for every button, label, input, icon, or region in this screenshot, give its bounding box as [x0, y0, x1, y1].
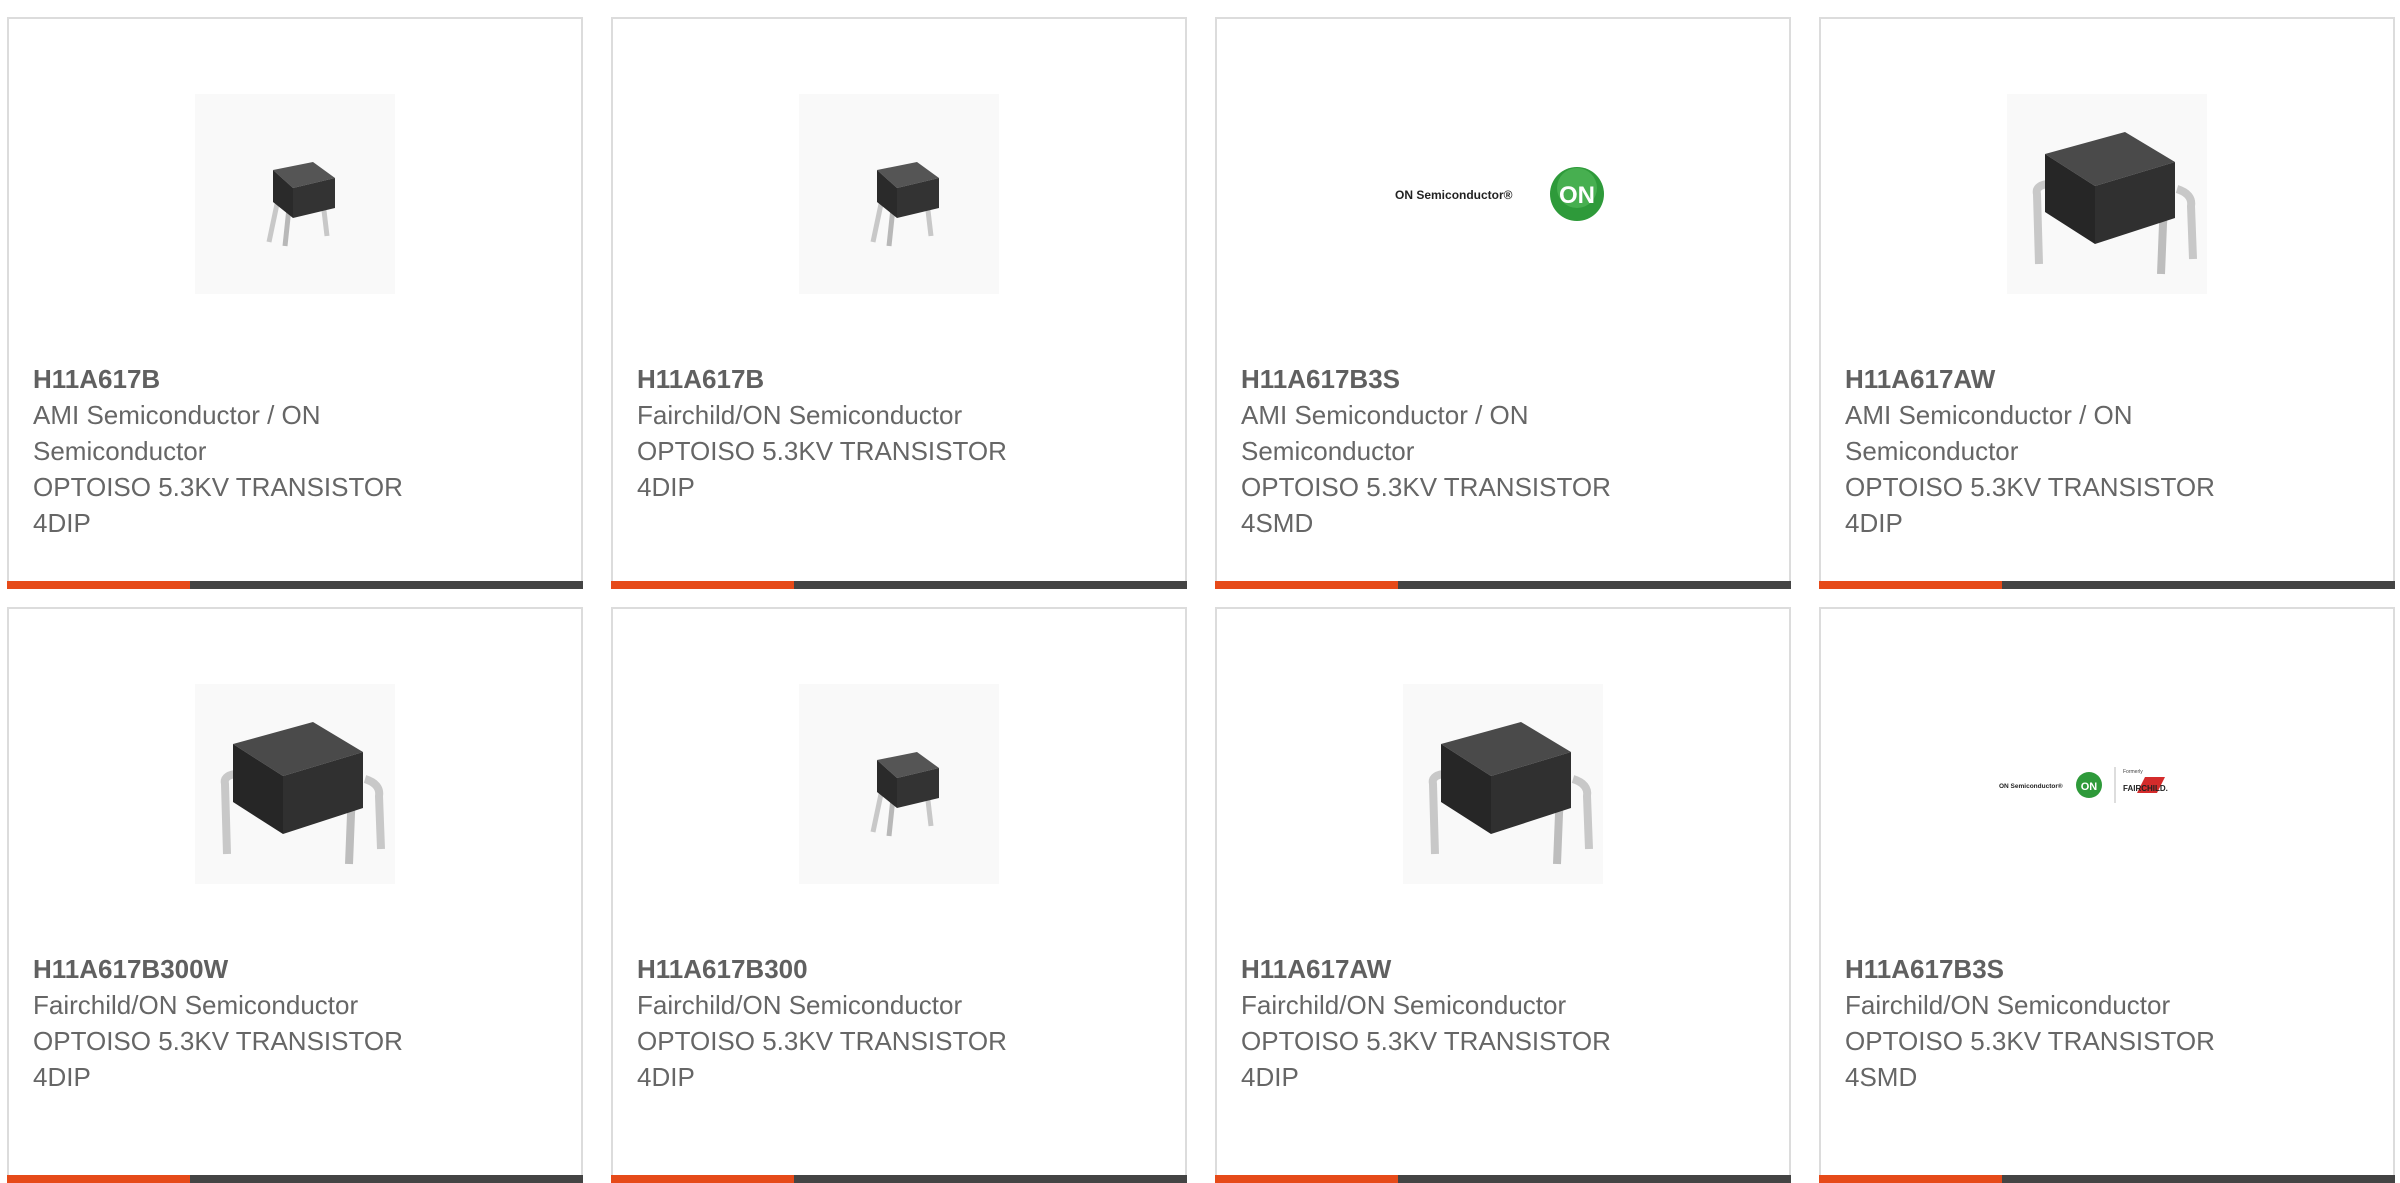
product-image-area: ON Semiconductor® ON Formerly FAIRCHILD. — [1821, 669, 2393, 899]
card-footer-bar — [1215, 581, 1791, 589]
product-description: OPTOISO 5.3KV TRANSISTOR 4SMD — [1241, 472, 1611, 538]
card-footer-bar — [611, 581, 1187, 589]
on-badge-icon: ON — [2081, 781, 2098, 793]
product-description: OPTOISO 5.3KV TRANSISTOR 4DIP — [637, 1026, 1007, 1092]
part-number-link[interactable]: H11A617AW — [1241, 951, 1765, 987]
logo-formerly: Formerly — [2123, 769, 2143, 775]
product-image-area — [9, 79, 581, 309]
product-info: H11A617B300 Fairchild/ON Semiconductor O… — [637, 951, 1161, 1095]
product-description: OPTOISO 5.3KV TRANSISTOR 4DIP — [33, 472, 403, 538]
card-footer-bar — [1819, 1175, 2395, 1183]
product-card[interactable]: ON Semiconductor® ON Formerly FAIRCHILD.… — [1819, 607, 2395, 1183]
product-image-area — [9, 669, 581, 899]
optocoupler-chip-small-icon — [799, 94, 999, 294]
card-accent-bar — [7, 581, 190, 589]
card-accent-bar — [1215, 1175, 1398, 1183]
product-description: OPTOISO 5.3KV TRANSISTOR 4SMD — [1845, 1026, 2215, 1092]
optocoupler-chip-large-icon — [1403, 684, 1603, 884]
product-info: H11A617B3S Fairchild/ON Semiconductor OP… — [1845, 951, 2369, 1095]
optocoupler-chip-large-icon — [195, 684, 395, 884]
logo-text: ON Semiconductor® — [1395, 188, 1513, 202]
product-card[interactable]: H11A617B300 Fairchild/ON Semiconductor O… — [611, 607, 1187, 1183]
optocoupler-chip-small-icon — [195, 94, 395, 294]
product-info: H11A617B AMI Semiconductor / ON Semicond… — [33, 361, 557, 541]
product-description: OPTOISO 5.3KV TRANSISTOR 4DIP — [1241, 1026, 1611, 1092]
product-image-area — [1821, 79, 2393, 309]
optocoupler-chip-small-icon — [799, 684, 999, 884]
part-number-link[interactable]: H11A617B3S — [1845, 951, 2369, 987]
product-info: H11A617B3S AMI Semiconductor / ON Semico… — [1241, 361, 1765, 541]
part-number-link[interactable]: H11A617B — [33, 361, 557, 397]
part-number-link[interactable]: H11A617B300 — [637, 951, 1161, 987]
card-accent-bar — [1215, 581, 1398, 589]
product-info: H11A617AW Fairchild/ON Semiconductor OPT… — [1241, 951, 1765, 1095]
card-accent-bar — [1819, 581, 2002, 589]
product-card[interactable]: H11A617AW Fairchild/ON Semiconductor OPT… — [1215, 607, 1791, 1183]
manufacturer-name: AMI Semiconductor / ON Semiconductor — [33, 400, 321, 466]
part-number-link[interactable]: H11A617B300W — [33, 951, 557, 987]
part-number-link[interactable]: H11A617B — [637, 361, 1161, 397]
manufacturer-name: Fairchild/ON Semiconductor — [1241, 990, 1567, 1020]
product-card[interactable]: H11A617B AMI Semiconductor / ON Semicond… — [7, 17, 583, 589]
card-footer-bar — [7, 581, 583, 589]
product-image-area — [613, 79, 1185, 309]
optocoupler-chip-large-icon — [2007, 94, 2207, 294]
card-footer-bar — [1215, 1175, 1791, 1183]
product-card[interactable]: H11A617B Fairchild/ON Semiconductor OPTO… — [611, 17, 1187, 589]
card-footer-bar — [611, 1175, 1187, 1183]
product-card[interactable]: H11A617B300W Fairchild/ON Semiconductor … — [7, 607, 583, 1183]
product-image-area — [1217, 669, 1789, 899]
product-description: OPTOISO 5.3KV TRANSISTOR 4DIP — [1845, 472, 2215, 538]
logo-text: ON Semiconductor® — [1999, 782, 2063, 790]
product-info: H11A617B Fairchild/ON Semiconductor OPTO… — [637, 361, 1161, 505]
product-card[interactable]: ON Semiconductor® ON H11A617B3S AMI Semi… — [1215, 17, 1791, 589]
product-info: H11A617B300W Fairchild/ON Semiconductor … — [33, 951, 557, 1095]
manufacturer-name: Fairchild/ON Semiconductor — [637, 990, 963, 1020]
product-card[interactable]: H11A617AW AMI Semiconductor / ON Semicon… — [1819, 17, 2395, 589]
manufacturer-name: Fairchild/ON Semiconductor — [1845, 990, 2171, 1020]
card-accent-bar — [611, 581, 794, 589]
card-accent-bar — [611, 1175, 794, 1183]
card-footer-bar — [7, 1175, 583, 1183]
manufacturer-name: AMI Semiconductor / ON Semiconductor — [1845, 400, 2133, 466]
fairchild-logo-text: FAIRCHILD. — [2123, 784, 2168, 793]
product-description: OPTOISO 5.3KV TRANSISTOR 4DIP — [33, 1026, 403, 1092]
product-description: OPTOISO 5.3KV TRANSISTOR 4DIP — [637, 436, 1007, 502]
manufacturer-name: Fairchild/ON Semiconductor — [33, 990, 359, 1020]
card-footer-bar — [1819, 581, 2395, 589]
part-number-link[interactable]: H11A617B3S — [1241, 361, 1765, 397]
product-image-area: ON Semiconductor® ON — [1217, 79, 1789, 309]
on-semiconductor-logo: ON Semiconductor® ON — [1353, 94, 1653, 294]
product-image-area — [613, 669, 1185, 899]
card-accent-bar — [7, 1175, 190, 1183]
manufacturer-name: AMI Semiconductor / ON Semiconductor — [1241, 400, 1529, 466]
on-badge-icon: ON — [1559, 182, 1595, 209]
part-number-link[interactable]: H11A617AW — [1845, 361, 2369, 397]
product-info: H11A617AW AMI Semiconductor / ON Semicon… — [1845, 361, 2369, 541]
manufacturer-name: Fairchild/ON Semiconductor — [637, 400, 963, 430]
card-accent-bar — [1819, 1175, 2002, 1183]
on-semiconductor-fairchild-logo: ON Semiconductor® ON Formerly FAIRCHILD. — [1957, 684, 2257, 884]
product-grid: H11A617B AMI Semiconductor / ON Semicond… — [0, 0, 2400, 1183]
